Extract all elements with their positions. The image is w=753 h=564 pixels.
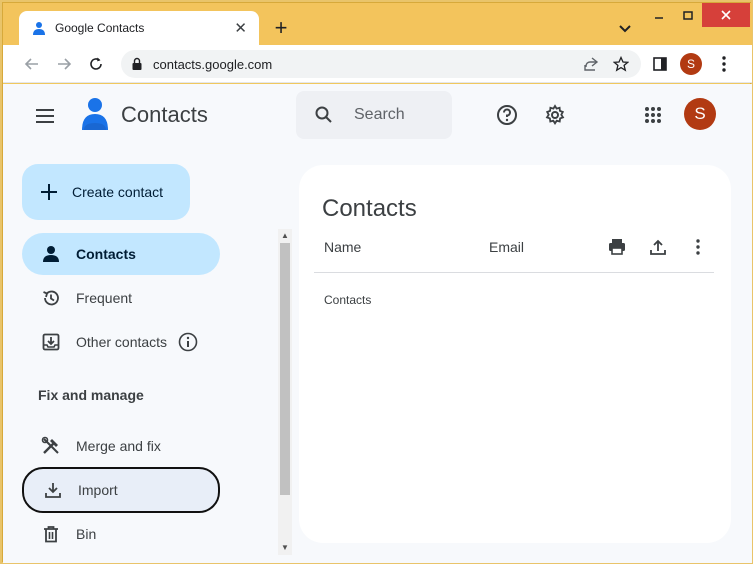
profile-avatar[interactable]: S [680,53,702,75]
lock-icon[interactable] [131,57,143,71]
minimize-icon[interactable] [644,3,674,29]
profile-initial: S [680,53,702,75]
reload-icon[interactable] [85,53,107,75]
contacts-favicon-icon [33,22,45,35]
sidebar-item-label: Import [78,482,118,498]
tab-title: Google Contacts [55,21,145,35]
plus-icon [41,184,57,200]
address-bar[interactable]: contacts.google.com [121,50,641,78]
list-section-label: Contacts [324,293,372,307]
create-contact-label: Create contact [72,184,164,200]
search-icon[interactable] [314,105,334,125]
window-close-icon[interactable] [702,3,750,27]
sidebar-item-contacts[interactable]: Contacts [22,233,220,275]
download-icon [42,479,64,501]
browser-tab[interactable]: Google Contacts ✕ [19,11,259,45]
sidebar-scrollbar[interactable]: ▲ ▼ [278,229,292,555]
column-header-email: Email [489,239,525,255]
app-title: Contacts [121,102,208,127]
apps-grid-icon[interactable] [641,103,665,127]
scroll-up-arrow-icon[interactable]: ▲ [280,231,290,241]
browser-window: Google Contacts ✕ + contacts.google.com … [2,2,752,563]
url-text[interactable]: contacts.google.com [153,57,581,72]
sidebar-item-label: Frequent [76,290,133,306]
new-tab-button[interactable]: + [267,15,295,41]
page-title: Contacts [322,195,417,222]
sidebar-item-bin[interactable]: Bin [22,513,220,555]
tab-search-chevron-icon[interactable] [615,18,635,38]
info-icon[interactable] [177,331,199,353]
history-icon [40,287,62,309]
share-icon[interactable] [581,54,601,74]
inbox-download-icon [40,331,62,353]
trash-icon [40,523,62,545]
sidebar-item-frequent[interactable]: Frequent [22,277,220,319]
person-icon [40,243,62,265]
tools-icon [40,435,62,457]
sidebar-item-label: Other contacts [76,334,168,350]
back-icon[interactable] [21,53,43,75]
more-options-icon[interactable] [686,235,710,259]
scroll-down-arrow-icon[interactable]: ▼ [280,543,290,553]
create-contact-button[interactable]: Create contact [22,164,190,220]
section-title-fix-manage: Fix and manage [38,387,144,403]
contacts-logo-icon [82,98,108,130]
account-avatar[interactable]: S [684,98,716,130]
sidebar-item-label: Contacts [76,246,136,262]
sidebar-item-merge-fix[interactable]: Merge and fix [22,425,220,467]
main-menu-icon[interactable] [33,104,57,128]
forward-icon[interactable] [53,53,75,75]
help-icon[interactable] [495,103,519,127]
sidebar-item-label: Bin [76,526,97,542]
header-divider [314,272,714,273]
browser-menu-icon[interactable] [713,53,735,75]
print-icon[interactable] [605,235,629,259]
search-input[interactable]: Search [354,106,405,124]
contacts-list-card: Contacts Name Email Contacts [299,165,731,543]
app-header: Contacts Search S [3,84,752,148]
browser-toolbar: contacts.google.com S [3,45,752,83]
maximize-icon[interactable] [673,3,703,29]
contacts-app: Contacts Search S Create contact Contact… [3,84,752,563]
search-box[interactable]: Search [296,91,452,139]
side-panel-icon[interactable] [649,53,671,75]
bookmark-star-icon[interactable] [611,54,631,74]
settings-gear-icon[interactable] [543,103,567,127]
tab-close-icon[interactable]: ✕ [234,21,247,36]
column-header-name: Name [324,239,362,255]
sidebar-item-label: Merge and fix [76,438,161,454]
scrollbar-thumb[interactable] [280,243,290,495]
sidebar-item-other-contacts[interactable]: Other contacts [22,321,220,363]
export-icon[interactable] [646,235,670,259]
sidebar-item-import[interactable]: Import [22,467,220,513]
title-bar: Google Contacts ✕ + [3,3,752,45]
